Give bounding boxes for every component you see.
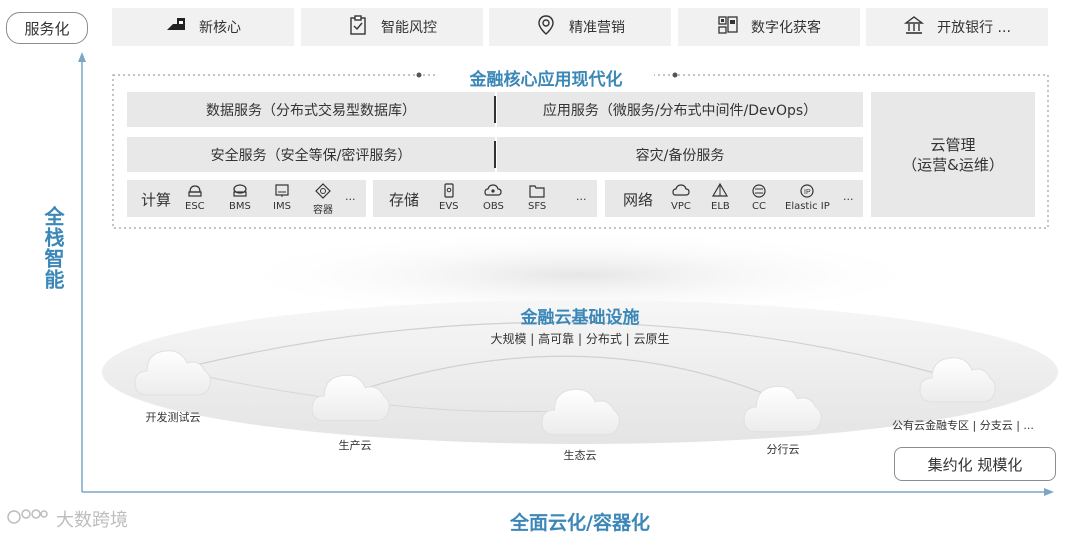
cloud-public-icon xyxy=(919,357,996,403)
cloud-ecosystem-icon xyxy=(541,388,620,436)
cloud-branch-icon xyxy=(743,385,822,433)
scale-tag: 集约化 规模化 xyxy=(894,447,1056,481)
cloud-label-production: 生产云 xyxy=(338,439,372,452)
x-axis-label: 全面云化/容器化 xyxy=(510,512,650,534)
cloud-production-icon xyxy=(311,374,390,422)
cloud-dev-test-icon xyxy=(134,350,211,396)
cloud-label-public: 公有云金融专区 | 分支云 | ... xyxy=(892,419,1034,432)
cloud-label-ecosystem: 生态云 xyxy=(563,449,597,462)
watermark-logo-icon xyxy=(6,506,50,532)
cloud-label-dev-test: 开发测试云 xyxy=(145,411,201,424)
watermark: 大数跨境 xyxy=(6,506,128,532)
watermark-text: 大数跨境 xyxy=(56,510,128,531)
cloud-label-branch: 分行云 xyxy=(766,443,800,456)
